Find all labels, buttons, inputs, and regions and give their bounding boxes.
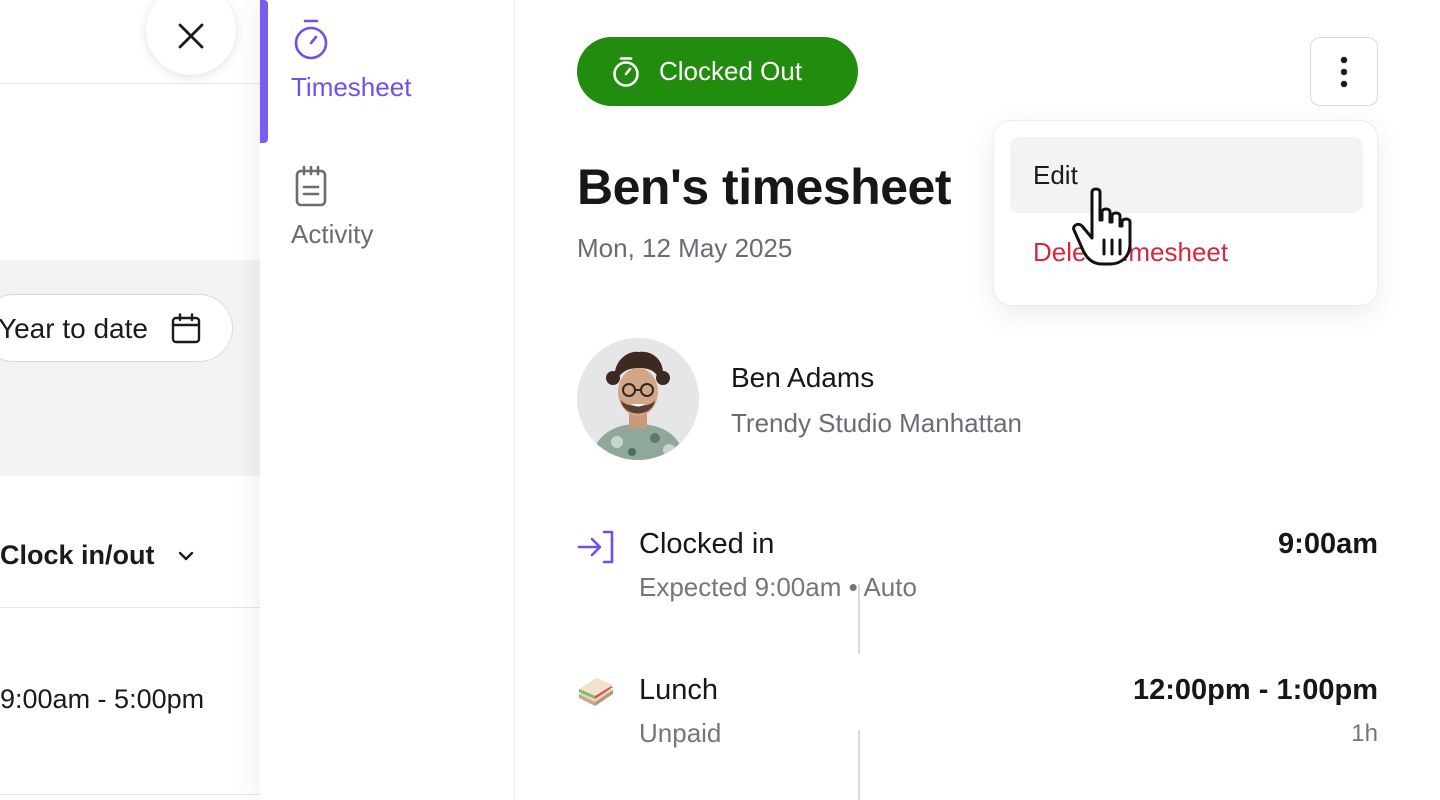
event-title: Clocked in xyxy=(639,528,775,560)
divider xyxy=(0,607,260,608)
stopwatch-icon xyxy=(294,19,328,60)
event-time: 12:00pm - 1:00pm xyxy=(1133,674,1378,706)
event-subtitle: Expected 9:00am • Auto xyxy=(639,572,917,602)
timesheet-date: Mon, 12 May 2025 xyxy=(577,233,793,263)
more-options-button[interactable] xyxy=(1310,37,1378,106)
date-range-picker[interactable]: Year to date xyxy=(0,294,233,362)
tab-activity[interactable]: Activity xyxy=(291,165,491,250)
person-name: Ben Adams xyxy=(731,362,875,393)
status-label: Clocked Out xyxy=(659,56,803,86)
active-tab-indicator xyxy=(260,0,268,143)
divider xyxy=(0,794,260,795)
tab-timesheet[interactable]: Timesheet xyxy=(291,18,491,103)
background-page: Year to date Clock in/out 9:00am - 5:00p… xyxy=(0,0,260,800)
person-location: Trendy Studio Manhattan xyxy=(731,408,1022,438)
section-title: Clock in/out xyxy=(0,540,155,570)
notepad-icon xyxy=(295,165,327,207)
drawer-nav: Timesheet Activity xyxy=(260,0,515,800)
event-title: Lunch xyxy=(639,674,719,706)
tab-label: Activity xyxy=(291,219,374,249)
tab-label: Timesheet xyxy=(291,72,412,102)
avatar-photo xyxy=(577,338,699,460)
date-range-label: Year to date xyxy=(0,313,148,344)
event-duration: 1h xyxy=(1351,720,1378,747)
shift-time: 9:00am - 5:00pm xyxy=(0,684,205,714)
timeline-item-clocked-in: Clocked in Expected 9:00am • Auto 9:00am xyxy=(577,528,1378,618)
more-vertical-icon xyxy=(1340,56,1348,87)
close-icon xyxy=(178,23,204,49)
background-filter-panel xyxy=(0,260,260,476)
more-options-menu: Edit Delete timesheet xyxy=(993,120,1378,306)
avatar xyxy=(577,338,699,460)
calendar-icon xyxy=(171,313,201,344)
status-badge: Clocked Out xyxy=(577,37,858,106)
event-subtitle: Unpaid xyxy=(639,718,722,748)
menu-item-edit[interactable]: Edit xyxy=(1010,137,1363,213)
clock-in-out-dropdown[interactable]: Clock in/out xyxy=(0,540,197,571)
clock-in-icon xyxy=(577,530,614,564)
timeline-item-lunch: Lunch Unpaid 12:00pm - 1:00pm 1h xyxy=(577,674,1378,764)
chevron-down-icon xyxy=(178,551,193,560)
menu-item-delete-timesheet[interactable]: Delete timesheet xyxy=(1010,214,1363,290)
page-title: Ben's timesheet xyxy=(577,159,951,215)
sandwich-icon xyxy=(579,678,613,706)
event-time: 9:00am xyxy=(1278,528,1378,560)
stopwatch-icon xyxy=(613,56,639,87)
